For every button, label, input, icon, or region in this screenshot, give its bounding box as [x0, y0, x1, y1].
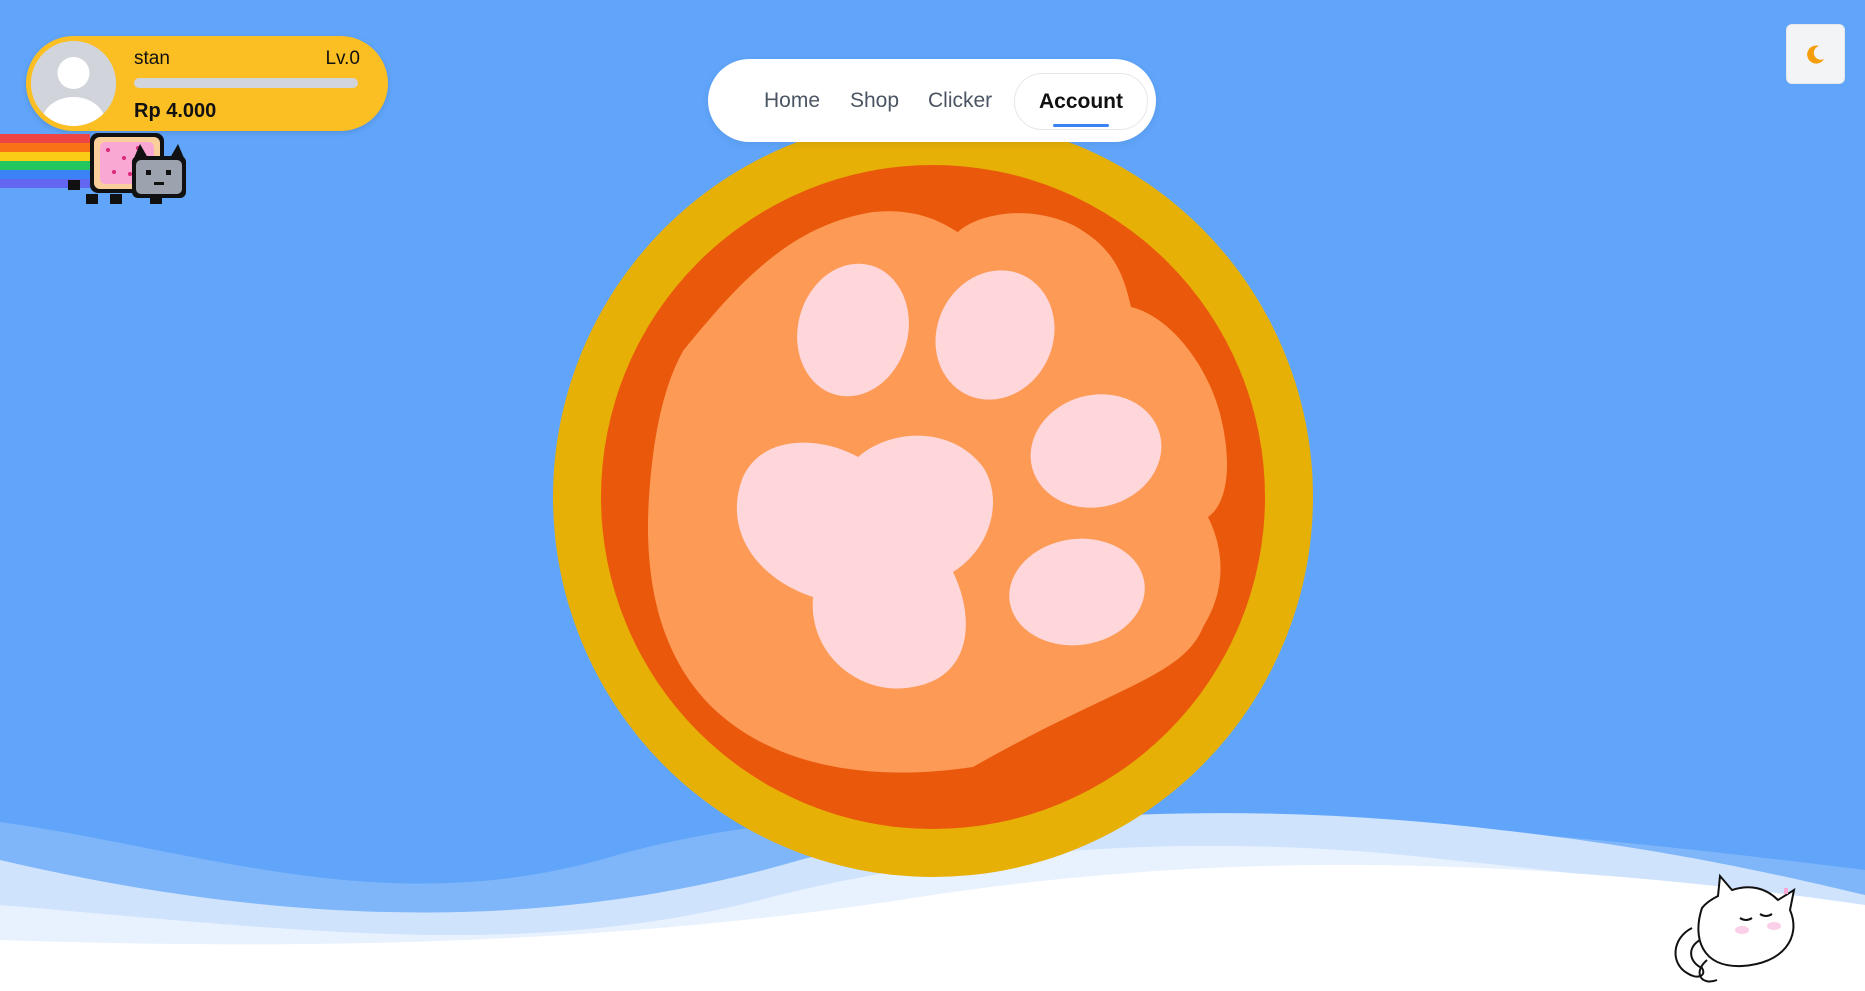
moon-icon — [1806, 45, 1824, 64]
nav-account[interactable]: Account — [1014, 73, 1148, 130]
player-level: Lv.0 — [325, 48, 360, 69]
nav-account-label: Account — [1039, 90, 1123, 113]
paw-clicker-button[interactable] — [553, 117, 1313, 877]
theme-toggle-button[interactable] — [1786, 24, 1845, 84]
sleeping-cat-icon — [1674, 873, 1796, 983]
main-nav: Home Shop Clicker Account — [708, 59, 1156, 142]
nav-active-indicator — [1053, 124, 1109, 127]
username: stan — [134, 48, 170, 69]
nav-clicker[interactable]: Clicker — [928, 59, 992, 142]
nav-shop[interactable]: Shop — [850, 59, 899, 142]
player-profile-card: stan Lv.0 Rp 4.000 — [26, 36, 388, 131]
money-balance: Rp 4.000 — [134, 100, 217, 122]
nav-home[interactable]: Home — [764, 59, 820, 142]
xp-progress-bar — [134, 78, 358, 88]
user-avatar-icon[interactable] — [31, 41, 116, 126]
nyan-cat-icon — [0, 133, 186, 204]
